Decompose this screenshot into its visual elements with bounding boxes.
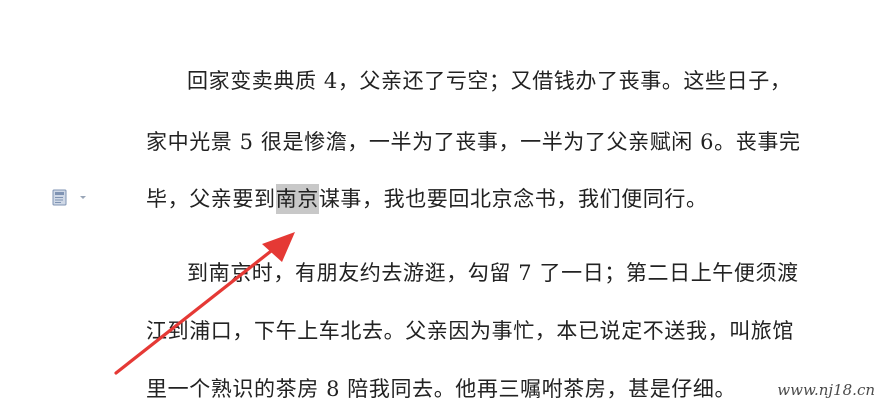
- text-line-3-before[interactable]: 毕，父亲要到: [146, 187, 276, 211]
- text-line-5[interactable]: 江到浦口，下午上车北去。父亲因为事忙，本已说定不送我，叫旅馆: [146, 316, 820, 346]
- chevron-down-icon: [80, 196, 86, 199]
- text-line-6-content[interactable]: 里一个熟识的茶房 8 陪我同去。他再三嘱咐茶房，甚是仔细。: [146, 377, 736, 401]
- page-margin: [820, 0, 883, 409]
- selected-text[interactable]: 南京: [275, 184, 319, 214]
- text-line-2-content[interactable]: 家中光景 5 很是惨澹，一半为了丧事，一半为了父亲赋闲 6。丧事完: [146, 130, 801, 154]
- watermark: www.nj18.cn: [775, 381, 877, 399]
- text-line-3[interactable]: 毕，父亲要到南京谋事，我也要回北京念书，我们便同行。: [146, 184, 820, 214]
- document-page[interactable]: 回家变卖典质 4，父亲还了亏空；又借钱办了丧事。这些日子， 家中光景 5 很是惨…: [0, 0, 883, 409]
- text-line-5-content[interactable]: 江到浦口，下午上车北去。父亲因为事忙，本已说定不送我，叫旅馆: [146, 319, 794, 343]
- paragraph-options-button[interactable]: [52, 189, 92, 207]
- text-line-1[interactable]: 回家变卖典质 4，父亲还了亏空；又借钱办了丧事。这些日子，: [187, 66, 820, 96]
- text-line-3-after[interactable]: 谋事，我也要回北京念书，我们便同行。: [319, 187, 708, 211]
- text-line-2[interactable]: 家中光景 5 很是惨澹，一半为了丧事，一半为了父亲赋闲 6。丧事完: [146, 127, 820, 157]
- text-line-4-content[interactable]: 到南京时，有朋友约去游逛，勾留 7 了一日；第二日上午便须渡: [187, 261, 799, 285]
- paste-options-icon: [52, 189, 86, 206]
- text-line-4[interactable]: 到南京时，有朋友约去游逛，勾留 7 了一日；第二日上午便须渡: [187, 258, 820, 288]
- text-line-6[interactable]: 里一个熟识的茶房 8 陪我同去。他再三嘱咐茶房，甚是仔细。: [146, 374, 820, 404]
- text-line-1-content[interactable]: 回家变卖典质 4，父亲还了亏空；又借钱办了丧事。这些日子，: [187, 69, 791, 93]
